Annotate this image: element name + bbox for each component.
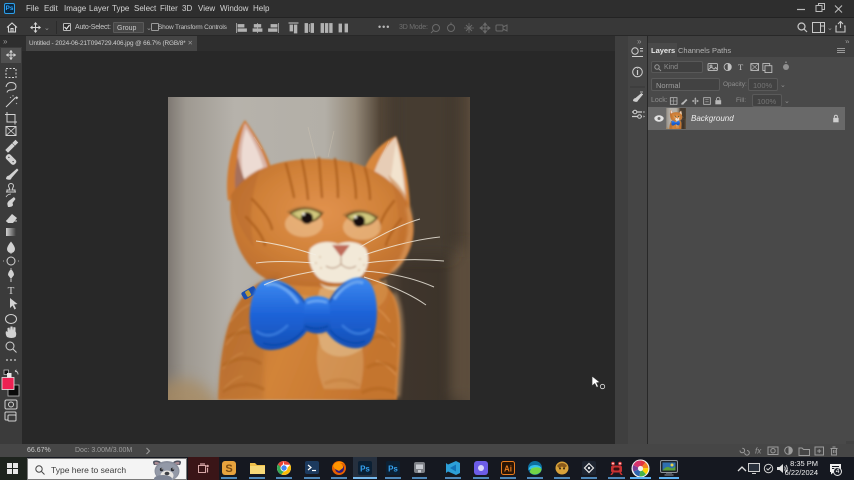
svg-text:Ps: Ps <box>360 465 370 474</box>
svg-text:Ai: Ai <box>504 465 512 474</box>
svg-text:Ps: Ps <box>388 465 398 474</box>
svg-text:S: S <box>225 463 232 475</box>
svg-text:T: T <box>738 62 744 72</box>
svg-text:fx: fx <box>755 447 762 456</box>
svg-text:T: T <box>8 285 15 297</box>
